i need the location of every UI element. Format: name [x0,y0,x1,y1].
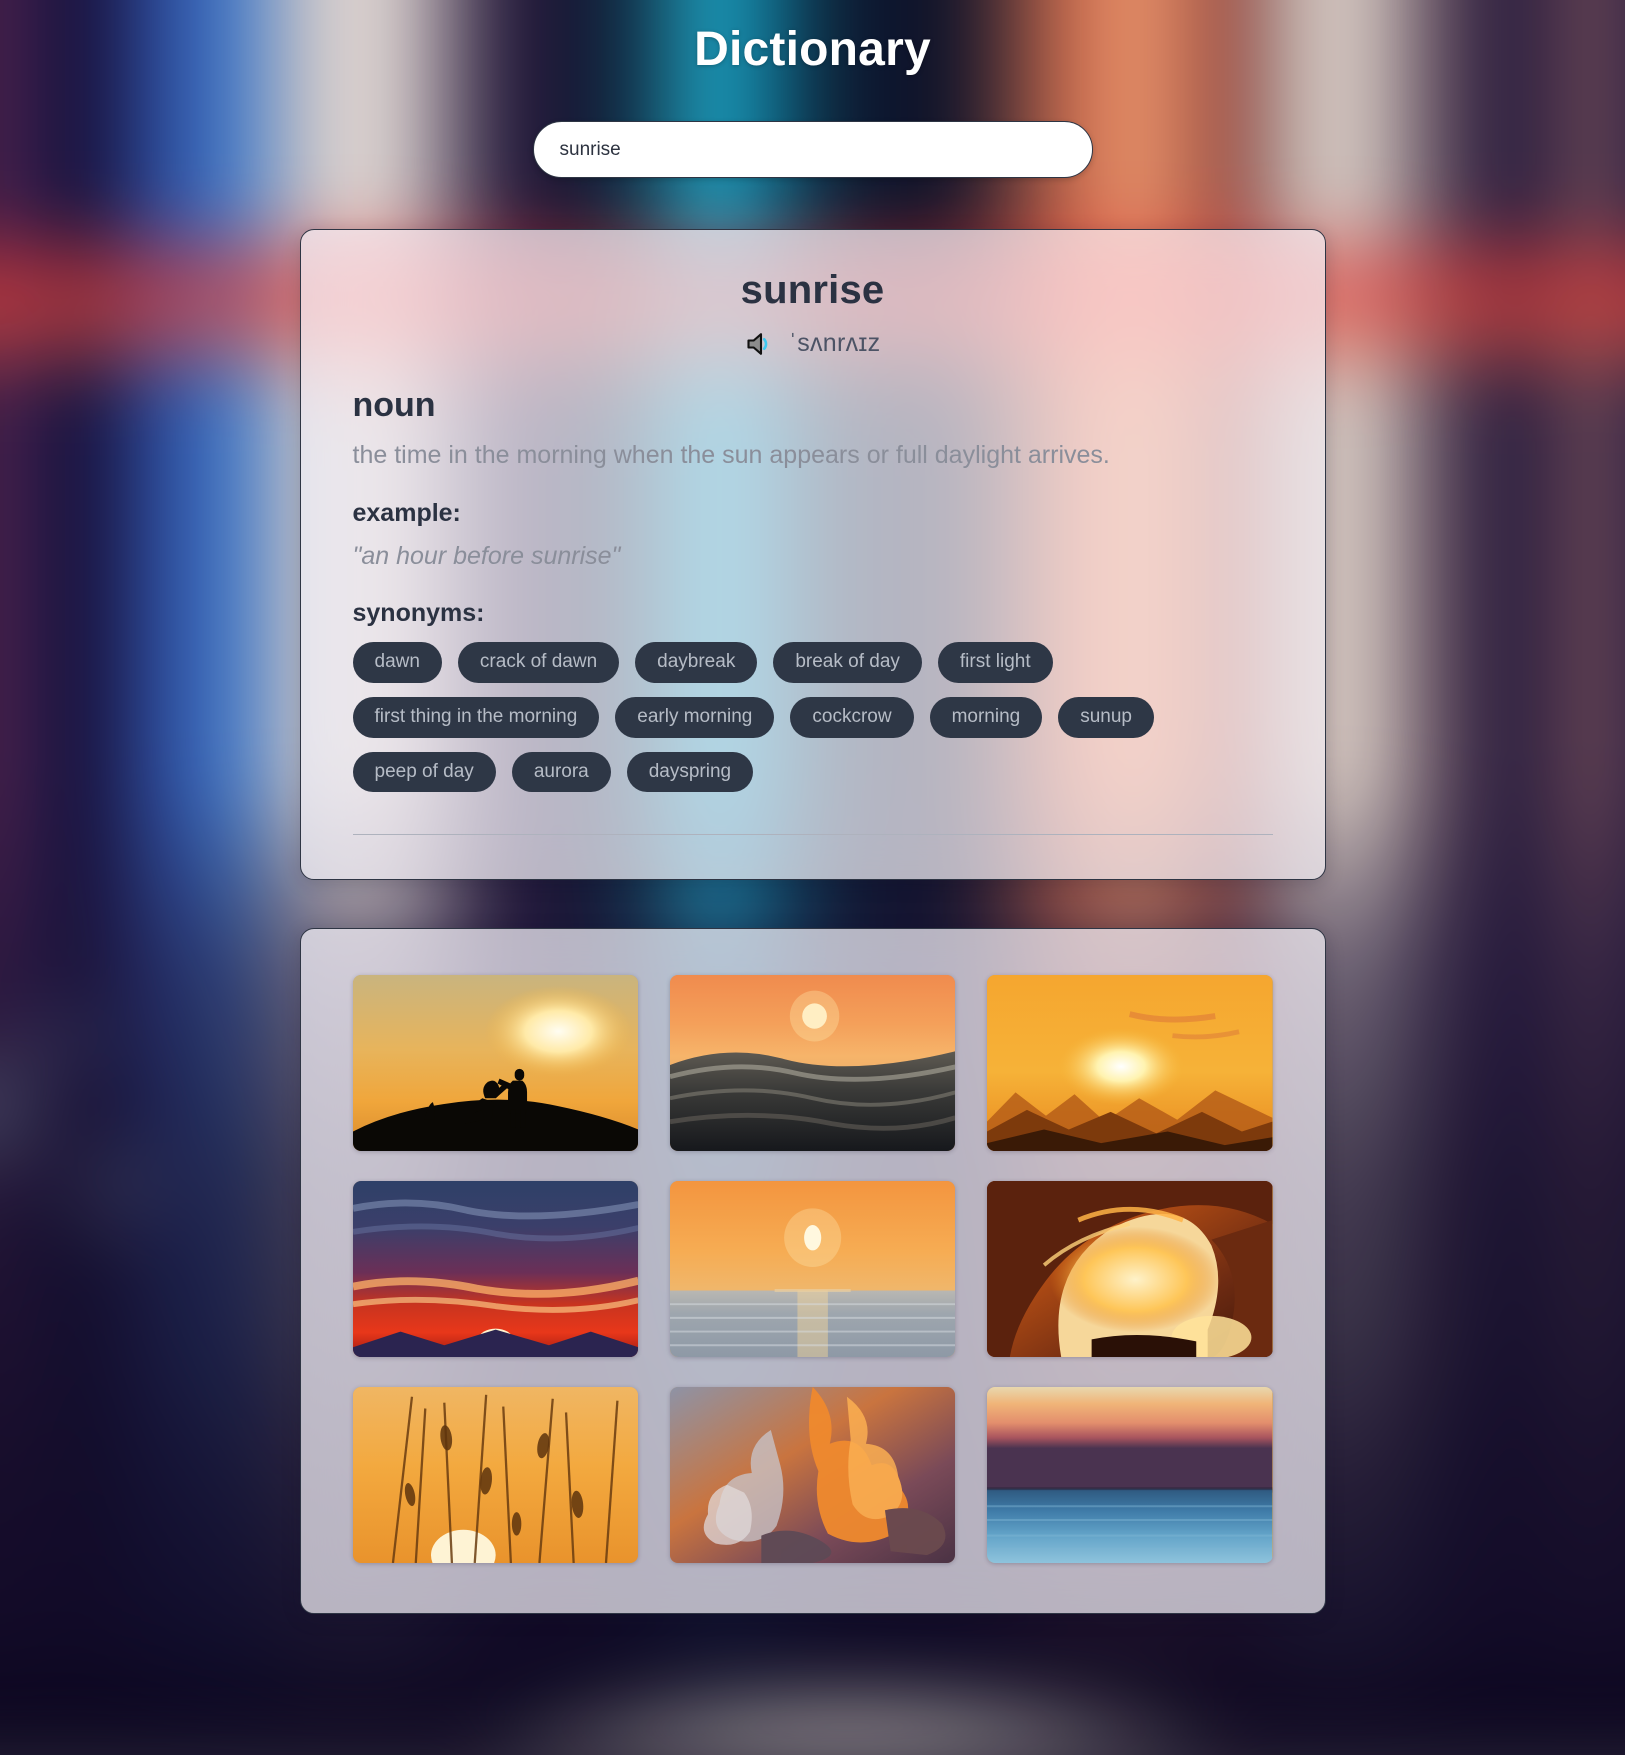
synonym-chip[interactable]: aurora [511,751,611,793]
synonym-chip[interactable]: crack of dawn [457,641,620,683]
fiery-cloudscape-icon [669,1387,956,1564]
page-root: Dictionary sunrise ˈsʌnrʌɪz noun the tim… [0,0,1625,1625]
image-thumbnail[interactable] [352,975,638,1152]
synonym-chip[interactable]: break of day [773,641,922,683]
red-clouds-over-lake-icon [352,1181,638,1358]
synonym-chip[interactable]: dayspring [626,751,754,793]
card-divider [352,834,1273,836]
calm-blue-sea-horizon-icon [987,1387,1273,1564]
sun-over-mountain-range-icon [987,975,1273,1152]
image-grid [352,975,1273,1564]
synonym-chip[interactable]: morning [929,696,1043,738]
couple-silhouette-sunrise-hill-icon [352,975,638,1152]
image-thumbnail[interactable] [987,975,1273,1152]
image-thumbnail[interactable] [669,975,956,1152]
image-thumbnail[interactable] [352,1181,638,1358]
synonym-chip[interactable]: sunup [1058,696,1154,738]
speaker-icon[interactable] [745,331,775,357]
search-input[interactable] [532,121,1093,178]
image-thumbnail[interactable] [669,1387,956,1564]
definition-card: sunrise ˈsʌnrʌɪz noun the time in the mo… [299,229,1326,881]
wheat-field-backlit-sun-icon [352,1387,638,1564]
image-thumbnail[interactable] [352,1387,638,1564]
synonym-chip[interactable]: early morning [615,696,775,738]
image-thumbnail[interactable] [669,1181,956,1358]
example-text: "an hour before sunrise" [352,541,621,570]
part-of-speech: noun [352,386,436,424]
search-bar [0,121,1625,178]
definition-text: the time in the morning when the sun app… [352,441,1110,469]
synonym-chip[interactable]: daybreak [635,641,758,683]
synonym-chip[interactable]: first light [937,641,1053,683]
phonetic-transcription: ˈsʌnrʌɪz [788,329,881,357]
sun-reflection-on-sea-icon [669,1181,956,1358]
example-label: example: [352,498,461,527]
synonym-chip[interactable]: dawn [352,641,442,683]
synonym-chip[interactable]: cockcrow [790,696,914,738]
image-thumbnail[interactable] [987,1387,1273,1564]
synonyms-label: synonyms: [352,598,485,627]
synonyms-list: dawn crack of dawn daybreak break of day fir… [352,641,1273,793]
ocean-wave-orange-sky-icon [669,975,956,1152]
page-title: Dictionary [694,23,931,76]
synonym-chip[interactable]: peep of day [352,751,496,793]
image-thumbnail[interactable] [987,1181,1273,1358]
breaking-wave-golden-barrel-icon [987,1181,1273,1358]
entry-word: sunrise [740,268,885,312]
synonym-chip[interactable]: first thing in the morning [352,696,600,738]
pronunciation-row: ˈsʌnrʌɪz [353,329,1273,358]
images-card [299,928,1326,1615]
